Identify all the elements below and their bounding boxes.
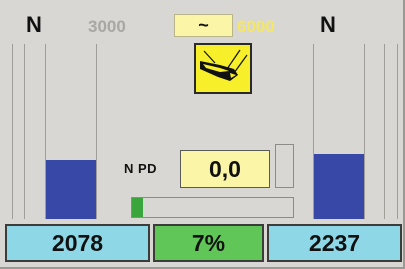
pd-value-display: 0,0 — [180, 150, 270, 188]
right-gauge-column — [313, 44, 365, 219]
percent-readout: 7% — [153, 224, 264, 262]
right-gauge-rail-inner — [384, 44, 385, 219]
right-speed-readout: 2237 — [267, 224, 402, 262]
left-gauge-rail — [12, 44, 13, 219]
progress-fill — [132, 198, 144, 217]
speed-high-label: 6000 — [237, 17, 275, 36]
right-gauge-fill — [314, 154, 364, 219]
left-gauge-column — [45, 44, 97, 219]
left-speed-readout: 2078 — [5, 224, 150, 262]
control-panel: N 3000 ~ 6000 N N PD 0,0 2078 7% 2237 — [0, 0, 405, 269]
progress-bar — [131, 197, 294, 218]
pd-label: N PD — [124, 161, 158, 176]
speed-mode-button[interactable]: ~ — [174, 14, 233, 37]
tool-mode-button[interactable] — [194, 43, 252, 94]
right-level-gauge — [313, 44, 398, 219]
speed-low-label: 3000 — [88, 17, 126, 36]
left-level-gauge — [12, 44, 97, 219]
brush-cutter-icon — [200, 49, 248, 81]
left-gauge-fill — [46, 159, 96, 219]
left-speed-label: N — [26, 12, 42, 37]
pd-side-indicator — [275, 144, 294, 188]
right-speed-label: N — [320, 12, 336, 37]
left-gauge-rail-inner — [24, 44, 25, 219]
right-gauge-rail — [397, 44, 398, 219]
